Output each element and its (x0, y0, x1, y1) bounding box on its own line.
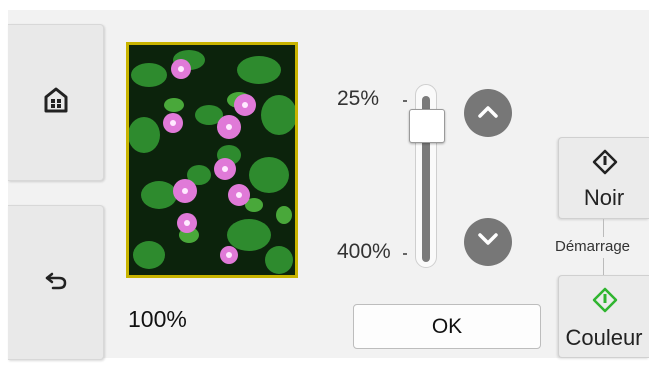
max-tick (403, 253, 407, 255)
flower-photo-image (129, 45, 295, 275)
zoom-value: 100% (128, 306, 187, 332)
chevron-up-icon (476, 103, 500, 124)
back-arrow-icon (44, 270, 68, 295)
zoom-slider-thumb[interactable] (409, 109, 445, 144)
home-icon (44, 87, 68, 118)
black-start-label: Noir (583, 185, 625, 210)
back-button[interactable] (8, 205, 104, 360)
black-start-button[interactable]: Noir (558, 137, 649, 219)
chevron-down-icon (476, 232, 500, 253)
start-diamond-icon (592, 287, 618, 318)
ok-button[interactable]: OK (353, 304, 541, 349)
color-start-label: Couleur (565, 325, 643, 350)
zoom-max-label: 400% (337, 240, 391, 263)
panel-background (8, 10, 649, 358)
zoom-down-button[interactable] (464, 218, 512, 266)
start-diamond-icon (592, 149, 618, 180)
home-button[interactable] (8, 24, 104, 181)
start-caption: Démarrage (555, 238, 631, 255)
zoom-min-label: 25% (337, 87, 380, 110)
zoom-up-button[interactable] (464, 89, 512, 137)
min-tick (403, 100, 407, 102)
photo-preview (126, 42, 298, 278)
connector-top (603, 219, 604, 237)
connector-bottom (603, 258, 604, 275)
color-start-button[interactable]: Couleur (558, 275, 649, 358)
